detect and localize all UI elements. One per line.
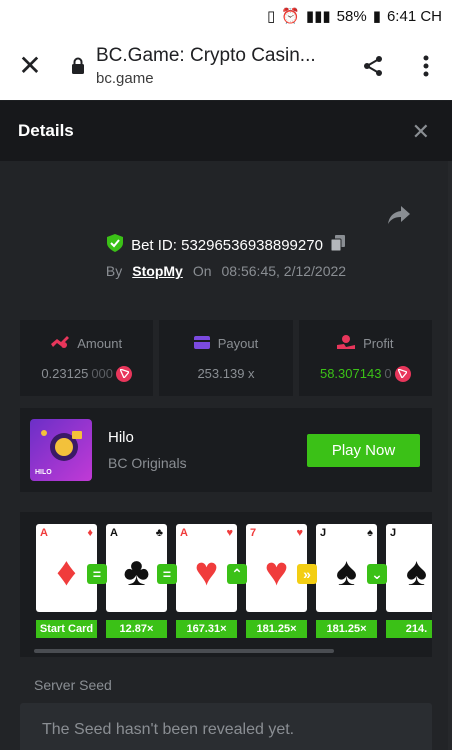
card-suit-small-icon: ♥ (226, 527, 233, 539)
dialog-title: Details (18, 121, 74, 140)
close-dialog-icon[interactable]: ✕ (412, 119, 430, 145)
hilo-card-cell: A ♣ ♣ 12.87× = (106, 524, 177, 642)
profit-value-trailing: 0 (384, 366, 392, 381)
amount-icon (51, 335, 70, 352)
card-suit-small-icon: ♦ (87, 527, 93, 539)
card-rank: 7 (250, 527, 257, 539)
equal-icon: = (87, 564, 107, 584)
payout-label: Payout (217, 336, 259, 351)
card-multiplier: 12.87× (106, 620, 167, 638)
playing-card: J♠♠ (386, 524, 432, 612)
battery-icon: ▮ (372, 8, 381, 25)
amount-stat: Amount 0.23125 000 (20, 320, 154, 396)
play-now-button[interactable]: Play Now (307, 433, 420, 467)
lock-icon (60, 57, 96, 75)
hilo-card-cell: A ♦ ♦ Start Card = (36, 524, 107, 642)
bet-stats: Amount 0.23125 000 Payout 253.139 x Profi… (20, 320, 432, 396)
thumbnail-tag: HILO (35, 469, 52, 476)
higher-icon: ⌃ (227, 564, 247, 584)
amount-value-trailing: 000 (91, 366, 114, 381)
lte-signal-icon: ▮▮▮ (305, 8, 331, 25)
vibrate-icon: ▯ (266, 8, 276, 25)
card-multiplier: Start Card (36, 620, 97, 638)
page-title-group[interactable]: BC.Game: Crypto Casin... bc.game (96, 45, 346, 87)
payout-value: 253.139 x (197, 365, 255, 381)
verified-shield-icon (107, 234, 124, 256)
share-bet-icon[interactable] (388, 206, 410, 229)
profit-value: 58.307143 (319, 366, 382, 381)
card-suit-small-icon: ♠ (367, 527, 373, 539)
hilo-game-thumbnail[interactable]: HILO (30, 419, 92, 481)
status-bar: ▯ ⏰ ▮▮▮ 58% ▮ 6:41 CH (0, 0, 452, 32)
game-row: HILO Hilo BC Originals Play Now (20, 408, 432, 492)
card-rank: A (40, 527, 48, 539)
profit-label: Profit (363, 335, 394, 351)
more-options-icon[interactable] (400, 55, 452, 77)
hilo-card-history[interactable]: A ♦ ♦ Start Card = A ♣ ♣ 12.87× = A ♥ ♥ 167.31× ⌃ 7 ♥ ♥ 18… (20, 512, 432, 657)
page-title: BC.Game: Crypto Casin... (96, 45, 316, 66)
card-rank: J (320, 527, 327, 539)
card-row: A ♦ ♦ Start Card = A ♣ ♣ 12.87× = A ♥ ♥ 167.31× ⌃ 7 ♥ ♥ 18… (36, 524, 432, 642)
by-label: By (105, 263, 123, 279)
amount-label: Amount (77, 335, 123, 351)
trx-coin-icon (116, 365, 133, 382)
profit-icon (337, 334, 356, 352)
game-name: Hilo (108, 429, 134, 446)
card-multiplier: 181.25× (316, 620, 377, 638)
hilo-card-cell: J ♠ ♠ 181.25× ⌄ (316, 524, 387, 642)
clock: 6:41 CH (386, 7, 442, 25)
card-suit-icon: ♠ (405, 550, 428, 594)
bet-id: Bet ID: 53296536938899270 (131, 236, 323, 254)
browser-toolbar: ✕ BC.Game: Crypto Casin... bc.game (0, 32, 452, 100)
trx-coin-icon (394, 365, 411, 382)
bet-byline: By StopMy On 08:56:45, 2/12/2022 (0, 263, 452, 279)
details-header: Details ✕ (0, 101, 452, 161)
card-multiplier: 214. (386, 620, 432, 638)
alarm-icon: ⏰ (281, 8, 300, 25)
bet-datetime: 08:56:45, 2/12/2022 (221, 263, 347, 279)
card-suit-small-icon: ♥ (296, 527, 303, 539)
on-label: On (192, 263, 212, 279)
equal-icon: = (157, 564, 177, 584)
lower-icon: ⌄ (367, 564, 387, 584)
share-icon[interactable] (346, 54, 400, 78)
page-url: bc.game (96, 70, 154, 87)
payout-stat: Payout 253.139 x (159, 320, 293, 396)
card-multiplier: 167.31× (176, 620, 237, 638)
bet-id-row: Bet ID: 53296536938899270 (0, 234, 452, 256)
card-suit-small-icon: ♣ (155, 527, 163, 539)
horizontal-scrollbar[interactable] (34, 649, 334, 653)
amount-value: 0.23125 (41, 366, 89, 381)
skip-icon: » (297, 564, 317, 584)
payout-icon (193, 335, 210, 352)
game-provider: BC Originals (108, 455, 187, 471)
server-seed-field: The Seed hasn't been revealed yet. (20, 703, 432, 750)
card-rank: A (180, 527, 188, 539)
card-multiplier: 181.25× (246, 620, 307, 638)
card-rank: J (390, 527, 397, 539)
bet-user-link[interactable]: StopMy (132, 263, 183, 279)
close-tab-icon[interactable]: ✕ (0, 32, 60, 100)
copy-icon[interactable] (330, 235, 345, 255)
battery-percent: 58% (336, 7, 367, 25)
hilo-card-cell: 7 ♥ ♥ 181.25×» (246, 524, 317, 642)
hilo-card-cell: J♠♠214. (386, 524, 432, 642)
profit-stat: Profit 58.307143 0 (298, 320, 432, 396)
hilo-card-cell: A ♥ ♥ 167.31× ⌃ (176, 524, 247, 642)
server-seed-label: Server Seed (34, 677, 112, 693)
card-rank: A (110, 527, 118, 539)
